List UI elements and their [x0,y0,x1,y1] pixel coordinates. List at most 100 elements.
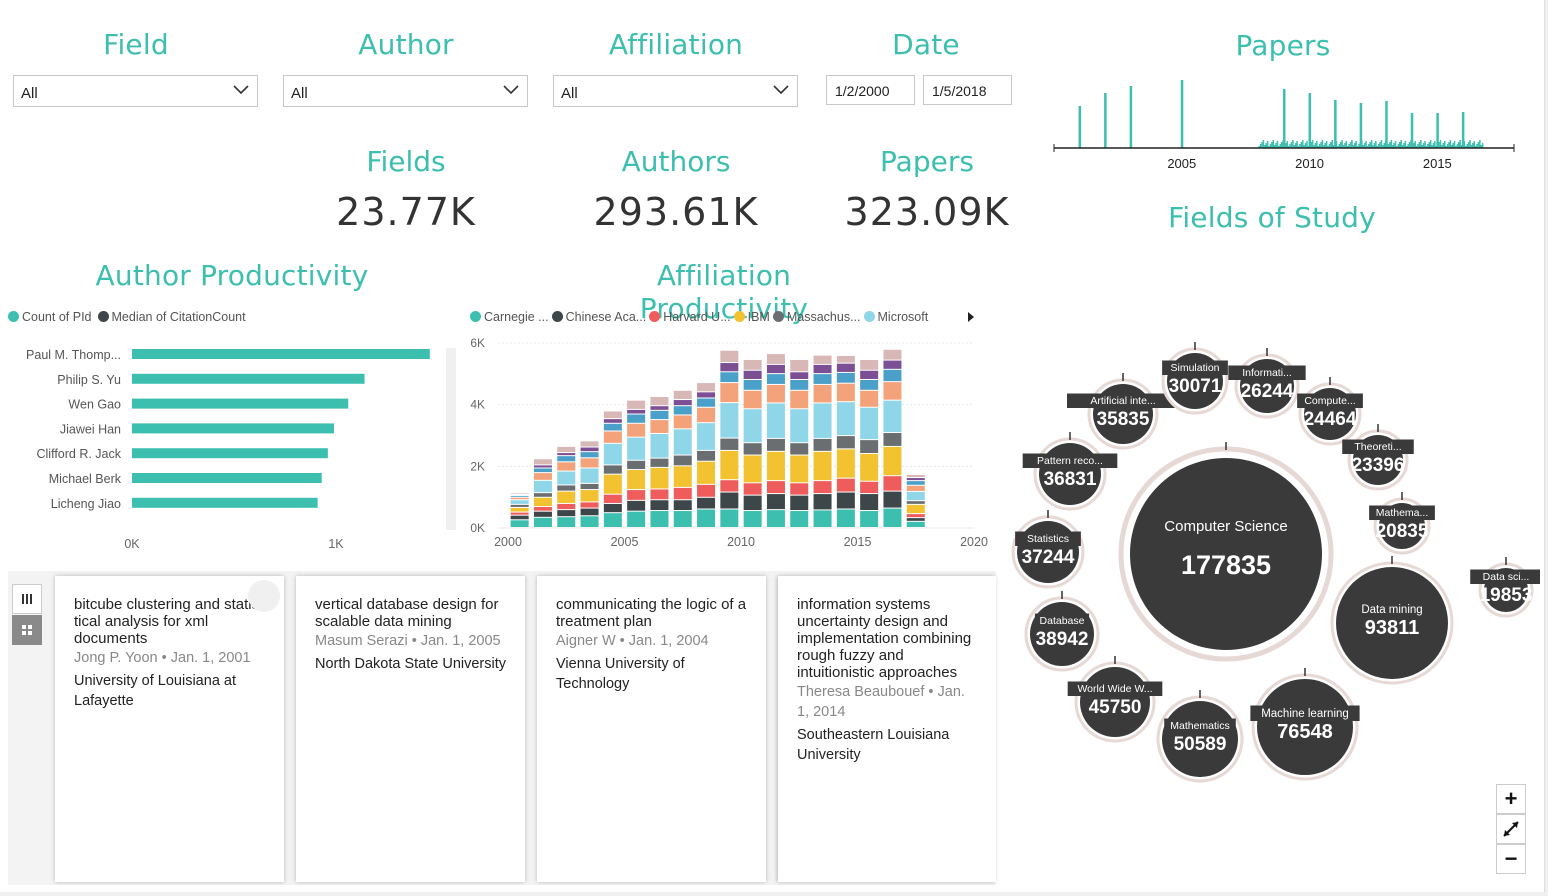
affiliation-bar-segment[interactable] [650,467,669,489]
affiliation-bar-segment[interactable] [860,407,879,440]
affiliation-bar-segment[interactable] [557,456,576,462]
affiliation-bar-segment[interactable] [557,462,576,471]
affiliation-bar-segment[interactable] [650,396,669,406]
affiliation-bar-segment[interactable] [813,403,832,438]
field-bubble[interactable]: Pattern reco... 36831 [1022,432,1118,511]
field-bubble[interactable]: Compute... 24464 [1297,377,1363,446]
affiliation-bar-segment[interactable] [836,355,855,363]
affiliation-bar-segment[interactable] [533,473,552,480]
affiliation-bar-segment[interactable] [766,354,785,364]
affiliation-bar-segment[interactable] [883,382,902,400]
affiliation-bar-segment[interactable] [673,511,692,527]
affiliation-bar-segment[interactable] [813,494,832,510]
author-bar[interactable] [132,398,349,409]
affiliation-bar-segment[interactable] [790,390,809,409]
legend-item[interactable]: Count of PId [8,310,92,324]
affiliation-bar-segment[interactable] [580,468,599,483]
paper-card[interactable]: bitcube clustering and statis tical anal… [55,576,284,882]
affiliation-bar-segment[interactable] [510,507,529,512]
author-bar[interactable] [132,423,334,434]
affiliation-bar-segment[interactable] [743,455,762,483]
affiliation-bar-segment[interactable] [906,474,925,478]
affiliation-bar-segment[interactable] [603,419,622,423]
grid-view-button[interactable] [12,615,42,645]
affiliation-bar-segment[interactable] [720,363,739,372]
affiliation-bar-segment[interactable] [720,509,739,528]
paper-card[interactable]: information systems uncertainty design a… [778,576,996,882]
affiliation-bar-segment[interactable] [766,384,785,403]
affiliation-bar-segment[interactable] [790,483,809,495]
affiliation-bar-segment[interactable] [720,383,739,403]
affiliation-bar-segment[interactable] [533,497,552,507]
affiliation-bar-segment[interactable] [603,423,622,431]
affiliation-bar-segment[interactable] [557,491,576,503]
affiliation-bar-segment[interactable] [720,372,739,383]
affiliation-bar-segment[interactable] [883,349,902,360]
field-bubble[interactable]: Data mining93811 [1330,556,1454,685]
affiliation-bar-segment[interactable] [627,409,646,414]
affiliation-bar-segment[interactable] [906,491,925,501]
affiliation-bar-segment[interactable] [580,458,599,468]
affiliation-bar-segment[interactable] [580,452,599,458]
legend-item[interactable]: Microsoft [863,310,928,324]
affiliation-bar-segment[interactable] [836,478,855,492]
affiliation-bar-segment[interactable] [533,465,552,468]
affiliation-bar-segment[interactable] [650,500,669,511]
affiliation-bar-segment[interactable] [650,410,669,420]
field-bubble[interactable]: Database 38942 [1024,591,1100,672]
affiliation-bar-segment[interactable] [650,511,669,527]
affiliation-bar-segment[interactable] [860,390,879,407]
affiliation-bar-segment[interactable] [813,451,832,481]
affiliation-bar-segment[interactable] [813,374,832,384]
affiliation-bar-segment[interactable] [557,510,576,517]
affiliation-bar-segment[interactable] [743,409,762,443]
affiliation-bar-segment[interactable] [883,508,902,527]
field-bubble[interactable]: Statistics 37244 [1011,510,1085,589]
affiliation-bar-segment[interactable] [790,443,809,455]
affiliation-bar-segment[interactable] [533,517,552,527]
affiliation-bar-segment[interactable] [697,398,716,407]
affiliation-bar-segment[interactable] [720,450,739,480]
affiliation-bar-segment[interactable] [510,512,529,515]
affiliation-bar-segment[interactable] [883,369,902,382]
affiliation-bar-segment[interactable] [836,449,855,478]
affiliation-bar-segment[interactable] [673,390,692,400]
affiliation-bar-segment[interactable] [697,407,716,423]
affiliation-bar-segment[interactable] [673,400,692,406]
affiliation-bar-segment[interactable] [627,400,646,409]
field-bubble[interactable]: World Wide W... 45750 [1067,656,1163,743]
affiliation-bar-segment[interactable] [860,454,879,481]
affiliation-bar-segment[interactable] [813,481,832,494]
legend-item[interactable]: Massachus... [772,310,861,324]
affiliation-bar-segment[interactable] [673,455,692,466]
legend-item[interactable]: Harvard U... [649,310,731,324]
affiliation-bar-segment[interactable] [766,451,785,481]
affiliation-bar-segment[interactable] [836,436,855,449]
affiliation-bar-segment[interactable] [883,491,902,508]
affiliation-bar-segment[interactable] [627,423,646,437]
affiliation-bar-segment[interactable] [697,509,716,528]
affiliation-bar-segment[interactable] [533,511,552,517]
affiliation-bar-segment[interactable] [510,520,529,527]
affiliation-bar-segment[interactable] [860,511,879,527]
affiliation-bar-segment[interactable] [766,403,785,438]
date-start-input[interactable]: 1/2/2000 [826,75,915,105]
affiliation-bar-segment[interactable] [790,495,809,511]
affiliation-bar-segment[interactable] [580,502,599,508]
affiliation-bar-segment[interactable] [836,383,855,402]
affiliation-bar-segment[interactable] [883,446,902,476]
affiliation-bar-segment[interactable] [697,484,716,497]
affiliation-bar-segment[interactable] [860,359,879,370]
affiliation-bar-segment[interactable] [650,420,669,433]
field-bubble[interactable]: Machine learning76548 [1250,668,1360,781]
affiliation-bar-segment[interactable] [673,429,692,455]
affiliation-bar-segment[interactable] [627,500,646,511]
affiliation-bar-segment[interactable] [813,355,832,364]
affiliation-productivity-chart[interactable]: 0K 2K 4K 6K 2000 2005 2010 2015 2020 [460,330,990,560]
affiliation-bar-segment[interactable] [580,516,599,527]
author-dropdown[interactable]: All [283,75,528,107]
affiliation-bar-segment[interactable] [510,495,529,497]
affiliation-bar-segment[interactable] [580,441,599,447]
affiliation-bar-segment[interactable] [813,364,832,374]
affiliation-bar-segment[interactable] [557,453,576,456]
